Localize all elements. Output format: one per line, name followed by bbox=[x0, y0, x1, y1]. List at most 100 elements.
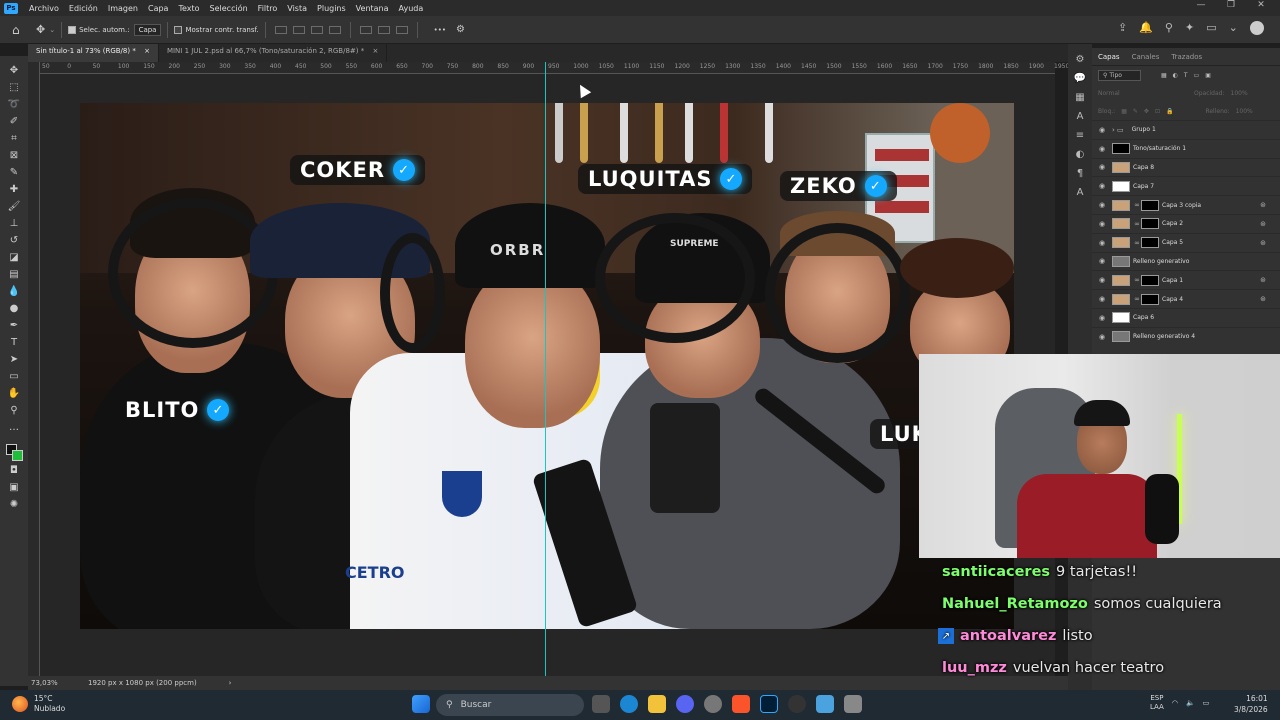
workspace-icon[interactable]: ▭ bbox=[1206, 21, 1216, 35]
clock[interactable]: 16:01 3/8/2026 bbox=[1234, 693, 1268, 715]
filter-pixel-icon[interactable]: ▦ bbox=[1161, 72, 1167, 79]
menu-seleccion[interactable]: Selección bbox=[205, 4, 253, 13]
layer-row[interactable]: ◉ Relleno generativo 4 bbox=[1092, 326, 1280, 346]
visibility-eye-icon[interactable]: ◉ bbox=[1092, 239, 1112, 247]
account-avatar[interactable] bbox=[1249, 21, 1264, 35]
auto-select-checkbox[interactable] bbox=[68, 25, 77, 34]
align-middle-icon[interactable] bbox=[377, 25, 390, 34]
smart-filter-icon[interactable]: ⊛ bbox=[1260, 295, 1266, 303]
filter-smart-icon[interactable]: ▣ bbox=[1205, 72, 1211, 79]
eyedropper-tool-icon[interactable]: ✎ bbox=[5, 164, 23, 181]
mask-link-icon[interactable]: ∞ bbox=[1133, 220, 1141, 228]
lock-artboard-icon[interactable]: ⊡ bbox=[1155, 108, 1160, 115]
search-icon[interactable]: ⚲ bbox=[1165, 21, 1173, 35]
folder-icon[interactable]: › ▭ bbox=[1112, 126, 1124, 134]
align-bottom-icon[interactable] bbox=[395, 25, 408, 34]
start-button-icon[interactable] bbox=[412, 695, 430, 713]
show-transform-checkbox[interactable] bbox=[174, 25, 183, 34]
visibility-eye-icon[interactable]: ◉ bbox=[1092, 314, 1112, 322]
more-tools-icon[interactable]: … bbox=[5, 419, 23, 436]
hand-tool-icon[interactable]: ✋ bbox=[5, 385, 23, 402]
document-info[interactable]: 1920 px x 1080 px (200 ppcm) bbox=[88, 679, 197, 687]
move-tool-icon[interactable]: ✥ bbox=[36, 23, 45, 36]
layer-row[interactable]: ◉ ∞ Capa 3 copia ⊛ bbox=[1092, 195, 1280, 214]
history-brush-tool-icon[interactable]: ↺ bbox=[5, 232, 23, 249]
tool-preset-dropdown[interactable]: ⌄ bbox=[49, 26, 55, 34]
filter-adjustment-icon[interactable]: ◐ bbox=[1173, 72, 1178, 79]
discover-icon[interactable]: ✦ bbox=[1185, 21, 1194, 35]
layer-mask-thumbnail[interactable] bbox=[1141, 274, 1159, 286]
taskbar-search[interactable]: ⚲ Buscar bbox=[436, 694, 584, 716]
smart-filter-icon[interactable]: ⊛ bbox=[1260, 201, 1266, 209]
type-tool-icon[interactable]: T bbox=[5, 334, 23, 351]
glyphs-icon[interactable]: A bbox=[1077, 187, 1084, 198]
blur-tool-icon[interactable]: 💧 bbox=[5, 283, 23, 300]
visibility-eye-icon[interactable]: ◉ bbox=[1092, 182, 1112, 190]
pen-tool-icon[interactable]: ✒ bbox=[5, 317, 23, 334]
path-selection-tool-icon[interactable]: ➤ bbox=[5, 351, 23, 368]
edge-icon[interactable] bbox=[620, 695, 638, 713]
libraries-icon[interactable]: ▦ bbox=[1075, 92, 1084, 103]
smart-filter-icon[interactable]: ⊛ bbox=[1260, 220, 1266, 228]
capcut-icon[interactable] bbox=[788, 695, 806, 713]
minimize-button[interactable]: — bbox=[1186, 0, 1216, 10]
properties-icon[interactable]: ⚙ bbox=[1076, 54, 1085, 65]
mask-link-icon[interactable]: ∞ bbox=[1133, 239, 1141, 247]
smart-filter-icon[interactable]: ⊛ bbox=[1260, 276, 1266, 284]
clone-stamp-tool-icon[interactable]: ⊥ bbox=[5, 215, 23, 232]
tab-trazados[interactable]: Trazados bbox=[1165, 53, 1208, 61]
brush-tool-icon[interactable]: 🖌 bbox=[5, 198, 23, 215]
visibility-eye-icon[interactable]: ◉ bbox=[1092, 145, 1112, 153]
visibility-eye-icon[interactable]: ◉ bbox=[1092, 333, 1112, 341]
auto-select-dropdown[interactable]: Capa bbox=[133, 23, 162, 36]
maximize-button[interactable]: ❐ bbox=[1216, 0, 1246, 10]
fill-value[interactable]: 100% bbox=[1236, 108, 1253, 115]
eraser-tool-icon[interactable]: ◪ bbox=[5, 249, 23, 266]
menu-filtro[interactable]: Filtro bbox=[253, 4, 283, 13]
language-indicator[interactable]: ESP LAA bbox=[1150, 694, 1164, 712]
weather-widget[interactable]: 15°C Nublado bbox=[12, 694, 65, 714]
notifications-bell-icon[interactable]: 🔔 bbox=[1139, 21, 1153, 35]
zoom-tool-icon[interactable]: ⚲ bbox=[5, 402, 23, 419]
lock-move-icon[interactable]: ✥ bbox=[1144, 108, 1149, 115]
tab-document-1[interactable]: Sin título-1 al 73% (RGB/8) * × bbox=[28, 44, 159, 62]
thumbnail-artwork[interactable]: CETRO ORBR SUPREME COKER ✓ LUQUITAS ✓ ZE bbox=[80, 103, 1014, 629]
tab-canales[interactable]: Canales bbox=[1126, 53, 1166, 61]
mask-link-icon[interactable]: ∞ bbox=[1133, 276, 1141, 284]
tab-capas[interactable]: Capas bbox=[1092, 53, 1126, 61]
mask-link-icon[interactable]: ∞ bbox=[1133, 295, 1141, 303]
color-swatches[interactable] bbox=[4, 442, 24, 462]
menu-vista[interactable]: Vista bbox=[282, 4, 312, 13]
align-right-icon[interactable] bbox=[310, 25, 323, 34]
menu-edicion[interactable]: Edición bbox=[64, 4, 103, 13]
generative-icon[interactable]: ✺ bbox=[5, 496, 23, 513]
photoshop-taskbar-icon[interactable] bbox=[760, 695, 778, 713]
quick-select-tool-icon[interactable]: ✐ bbox=[5, 113, 23, 130]
close-button[interactable]: ✕ bbox=[1246, 0, 1276, 10]
more-options-button[interactable]: ••• bbox=[434, 26, 446, 34]
layer-row[interactable]: ◉ ∞ Capa 2 ⊛ bbox=[1092, 213, 1280, 233]
layer-row[interactable]: ◉ Capa 6 bbox=[1092, 307, 1280, 327]
move-tool-icon[interactable]: ✥ bbox=[5, 62, 23, 79]
layer-row[interactable]: ◉ Capa 7 bbox=[1092, 176, 1280, 195]
crop-tool-icon[interactable]: ⌗ bbox=[5, 130, 23, 147]
background-color[interactable] bbox=[12, 450, 23, 461]
align-top-icon[interactable] bbox=[359, 25, 372, 34]
workspace-dropdown-icon[interactable]: ⌄ bbox=[1229, 21, 1238, 35]
gradient-tool-icon[interactable]: ▤ bbox=[5, 266, 23, 283]
visibility-eye-icon[interactable]: ◉ bbox=[1092, 163, 1112, 171]
lasso-tool-icon[interactable]: ➰ bbox=[5, 96, 23, 113]
rectangle-tool-icon[interactable]: ▭ bbox=[5, 368, 23, 385]
battery-icon[interactable]: ▭ bbox=[1203, 699, 1210, 707]
mask-link-icon[interactable]: ∞ bbox=[1133, 201, 1141, 209]
comments-icon[interactable]: 💬 bbox=[1074, 73, 1086, 84]
visibility-eye-icon[interactable]: ◉ bbox=[1092, 201, 1112, 209]
align-center-icon[interactable] bbox=[292, 25, 305, 34]
brave-icon[interactable] bbox=[732, 695, 750, 713]
file-explorer-icon[interactable] bbox=[648, 695, 666, 713]
obs-icon[interactable] bbox=[704, 695, 722, 713]
layer-row[interactable]: ◉ Relleno generativo bbox=[1092, 251, 1280, 271]
layer-row[interactable]: ◉ ∞ Capa 4 ⊛ bbox=[1092, 289, 1280, 308]
menu-ventana[interactable]: Ventana bbox=[351, 4, 394, 13]
tab-close-icon[interactable]: × bbox=[144, 47, 150, 55]
